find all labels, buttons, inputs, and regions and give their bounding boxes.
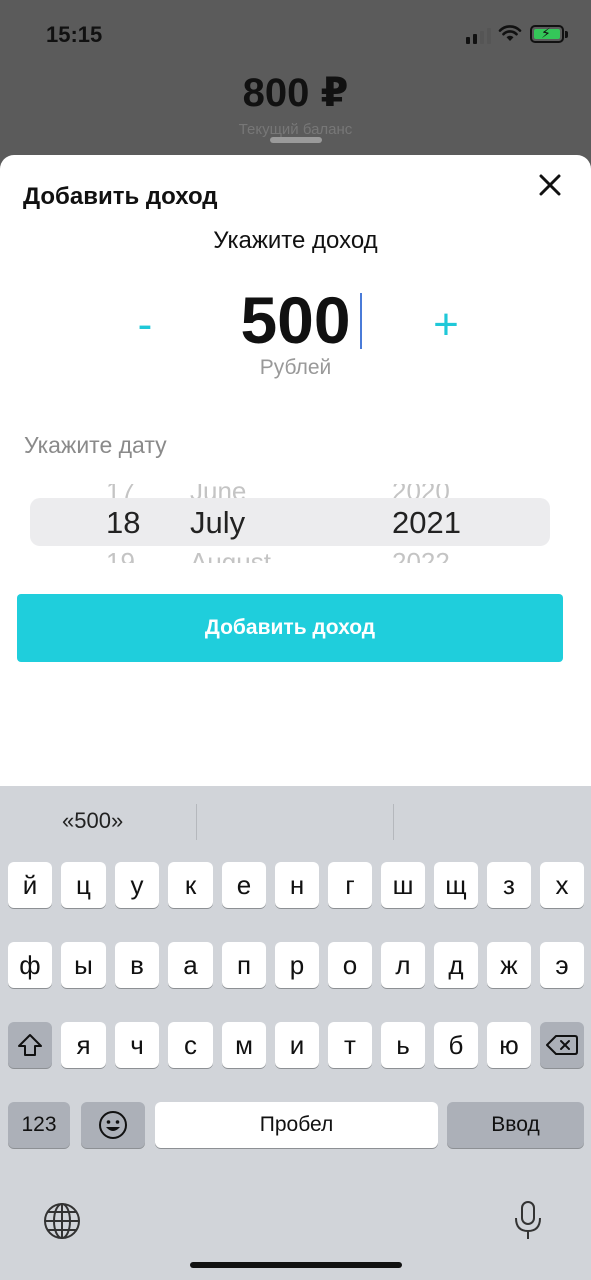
shift-icon (18, 1034, 42, 1056)
emoji-key[interactable] (81, 1102, 145, 1148)
picker-year-selected[interactable]: 2021 (392, 505, 461, 541)
key-з[interactable]: з (487, 862, 531, 908)
picker-month-prev[interactable]: June (190, 484, 246, 498)
keyboard: «500» й ц у к е н г ш щ з х ф ы в а п р … (0, 786, 591, 1280)
close-icon (539, 174, 561, 196)
decrease-button[interactable]: - (125, 295, 165, 355)
numbers-key[interactable]: 123 (8, 1102, 70, 1148)
battery-icon: ⚡ (530, 25, 568, 43)
key-у[interactable]: у (115, 862, 159, 908)
key-е[interactable]: е (222, 862, 266, 908)
balance-label: Текущий баланс (238, 121, 353, 138)
add-income-button[interactable]: Добавить доход (17, 594, 563, 662)
space-key[interactable]: Пробел (155, 1102, 438, 1148)
return-key[interactable]: Ввод (447, 1102, 584, 1148)
key-н[interactable]: н (275, 862, 319, 908)
key-э[interactable]: э (540, 942, 584, 988)
key-п[interactable]: п (222, 942, 266, 988)
picker-day-next[interactable]: 19 (106, 549, 135, 563)
key-я[interactable]: я (61, 1022, 106, 1068)
key-ю[interactable]: ю (487, 1022, 531, 1068)
key-ч[interactable]: ч (115, 1022, 159, 1068)
key-д[interactable]: д (434, 942, 478, 988)
amount-input[interactable]: 500 (200, 282, 391, 358)
key-ы[interactable]: ы (61, 942, 106, 988)
picker-month-selected[interactable]: July (190, 505, 245, 541)
key-л[interactable]: л (381, 942, 425, 988)
date-label: Укажите дату (24, 432, 167, 458)
key-и[interactable]: и (275, 1022, 319, 1068)
key-ц[interactable]: ц (61, 862, 106, 908)
key-а[interactable]: а (168, 942, 213, 988)
key-ф[interactable]: ф (8, 942, 52, 988)
text-caret (360, 293, 362, 349)
picker-day-prev[interactable]: 17 (106, 484, 135, 498)
sheet-title: Добавить доход (23, 183, 218, 210)
status-time: 15:15 (46, 22, 103, 47)
close-button[interactable] (532, 167, 568, 203)
key-в[interactable]: в (115, 942, 159, 988)
microphone-icon[interactable] (513, 1200, 543, 1242)
key-х[interactable]: х (540, 862, 584, 908)
key-ь[interactable]: ь (381, 1022, 425, 1068)
key-т[interactable]: т (328, 1022, 372, 1068)
key-ж[interactable]: ж (487, 942, 531, 988)
key-м[interactable]: м (222, 1022, 266, 1068)
emoji-icon (99, 1111, 127, 1139)
shift-key[interactable] (8, 1022, 52, 1068)
key-б[interactable]: б (434, 1022, 478, 1068)
key-щ[interactable]: щ (434, 862, 478, 908)
key-й[interactable]: й (8, 862, 52, 908)
signal-icon (466, 28, 491, 44)
status-bar: 15:15 ⚡ (0, 0, 591, 70)
home-indicator (190, 1262, 402, 1268)
date-picker[interactable]: 17 June 2020 18 July 2021 19 August 2022 (30, 478, 550, 563)
picker-day-selected[interactable]: 18 (106, 505, 140, 541)
key-с[interactable]: с (168, 1022, 213, 1068)
picker-year-next[interactable]: 2022 (392, 549, 450, 563)
wifi-icon (498, 25, 522, 41)
currency-label: Рублей (259, 356, 332, 379)
suggestion-divider (196, 804, 197, 840)
suggestion-divider (393, 804, 394, 840)
backspace-key[interactable] (540, 1022, 584, 1068)
amount-prompt: Укажите доход (213, 227, 378, 254)
key-о[interactable]: о (328, 942, 372, 988)
backspace-icon (546, 1035, 578, 1055)
key-ш[interactable]: ш (381, 862, 425, 908)
globe-icon[interactable] (43, 1202, 81, 1240)
key-к[interactable]: к (168, 862, 213, 908)
increase-button[interactable]: + (424, 295, 468, 355)
key-р[interactable]: р (275, 942, 319, 988)
suggestion-item[interactable]: «500» (62, 808, 123, 834)
sheet-grabber[interactable] (270, 137, 322, 143)
balance-amount: 800 ₽ (242, 71, 349, 115)
picker-year-prev[interactable]: 2020 (392, 484, 450, 498)
key-г[interactable]: г (328, 862, 372, 908)
suggestion-bar: «500» (0, 786, 591, 860)
picker-month-next[interactable]: August (190, 549, 271, 563)
